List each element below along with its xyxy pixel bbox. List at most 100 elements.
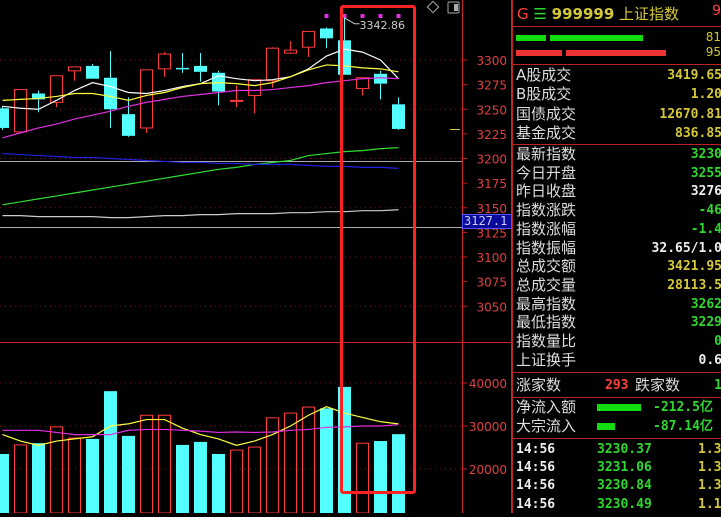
price-tick-label: 3100 [476, 251, 507, 265]
quote-panel: G ☰ 999999 上证指数 9 81 95 A股成交 3419.65 B股成交 1… [512, 0, 721, 513]
stat-value: 12670.81 [659, 106, 721, 122]
stat-row: 国债成交 12670.81 [513, 105, 721, 124]
index-code: 999999 [551, 5, 615, 23]
stat-value: 3419.65 [667, 68, 721, 83]
flow-row: 净流入额 -212.5亿 [513, 398, 721, 417]
g-mark[interactable]: G [517, 5, 529, 23]
quote-value: 28113.5 [667, 277, 721, 293]
up-label: 涨家数 [516, 376, 562, 394]
flow-label: 大宗流入 [516, 416, 577, 435]
volume-bar [248, 446, 261, 514]
price-tick-label: 3075 [476, 276, 507, 290]
quote-value: 3255 [690, 165, 721, 181]
quote-label: 总成交额 [516, 257, 577, 276]
tick-time: 14:56 [516, 478, 556, 494]
tick-time: 14:56 [516, 460, 556, 476]
price-tick-label: 3225 [476, 128, 507, 142]
quote-label: 今日开盘 [516, 163, 577, 182]
panel-toggle-icon-fill [454, 4, 458, 11]
quote-row: 昨日收盘 3276 [513, 182, 721, 201]
flow-row: 大宗流入 -87.14亿 [513, 417, 721, 436]
quote-row: 总成交额 3421.95 [513, 257, 721, 276]
quote-label: 昨日收盘 [516, 182, 577, 201]
breadth-row: 涨家数 293 跌家数 1 [513, 376, 721, 395]
quote-label: 上证换手 [516, 350, 577, 369]
flow-value: -212.5亿 [653, 400, 713, 415]
volume-bar [320, 408, 333, 513]
tick-volume: 1.37 [698, 442, 721, 457]
tick-row: 14:56 3230.37 1.37 [513, 440, 721, 459]
index-name: 上证指数 [619, 5, 680, 23]
quote-row: 最新指数 3230 [513, 145, 721, 164]
candle-body [284, 49, 297, 54]
price-tick-label: 3250 [476, 103, 507, 117]
header-cut-value: 9 [712, 3, 721, 19]
menu-icon[interactable]: ☰ [533, 5, 546, 23]
quote-row: 指数量比 0 [513, 332, 721, 351]
candle-body [230, 99, 243, 102]
price-tick-label: 3200 [476, 153, 507, 167]
panel-header: G ☰ 999999 上证指数 [517, 3, 679, 24]
candle-body [68, 66, 81, 72]
kline-chart[interactable]: 3300 3275 3250 3225 3200 3175 3150 3125 3100 3075… [0, 0, 512, 514]
volume-tick-label: 20000 [469, 463, 507, 477]
volume-tick-label: 40000 [469, 377, 507, 391]
quote-value: -1.4 [690, 221, 721, 237]
tick-price: 3230.49 [597, 496, 652, 512]
quote-value: -46 [698, 203, 721, 219]
quote-label: 最高指数 [516, 294, 577, 313]
volume-tick-label: 30000 [469, 420, 507, 434]
volume-bar [194, 441, 207, 513]
flow-label: 净流入额 [516, 398, 577, 416]
stat-value: 1.20 [690, 87, 721, 103]
tick-price: 3230.37 [597, 442, 652, 457]
volume-bar [122, 435, 135, 513]
quote-value: 3229 [690, 315, 721, 331]
tick-price: 3231.06 [597, 460, 652, 476]
quote-value: 3276 [690, 184, 721, 200]
red-bar-2 [566, 50, 666, 56]
stat-value: 836.85 [675, 125, 721, 141]
candle-body [140, 69, 153, 129]
volume-bar [302, 406, 315, 514]
volume-bar [14, 444, 27, 514]
tick-row: 14:56 3230.49 1.17 [513, 495, 721, 513]
quote-row: 今日开盘 3255 [513, 164, 721, 183]
volume-bar [104, 391, 117, 513]
tick-volume: 1.30 [698, 478, 721, 494]
volume-bar [32, 443, 45, 513]
quote-row: 指数振幅 32.65/1.0 [513, 239, 721, 258]
candle-body [104, 77, 117, 110]
stat-label: 基金成交 [516, 123, 577, 142]
candle-body [122, 114, 135, 136]
volume-bar [86, 438, 99, 513]
price-tick-label: 3175 [476, 177, 507, 191]
chart-canvas[interactable]: 3300327532503225320031753150312531003075… [0, 0, 512, 514]
bar-top-value: 81 [705, 30, 721, 44]
tick-row: 14:56 3231.06 1.33 [513, 458, 721, 477]
flow-bar [597, 422, 615, 430]
quote-row: 指数涨跌 -46 [513, 201, 721, 220]
stat-label: B股成交 [516, 85, 572, 104]
volume-bar [212, 453, 225, 513]
volume-bar [230, 449, 243, 514]
quote-label: 最新指数 [516, 145, 577, 163]
quote-row: 最高指数 3262 [513, 295, 721, 314]
quote-value: 32.65/1.0 [651, 240, 721, 256]
candle-body [194, 65, 207, 72]
quote-value: 0 [714, 332, 721, 351]
quote-value: 3421.95 [667, 259, 721, 275]
down-label: 跌家数 [635, 376, 681, 394]
candle-body [266, 47, 279, 82]
candle-body [158, 53, 171, 70]
quote-row: 上证换手 0.6 [513, 351, 721, 370]
flow-bar [597, 404, 641, 411]
candle-body [302, 30, 315, 48]
tick-volume: 1.33 [698, 460, 721, 476]
tick-price: 3230.84 [597, 478, 652, 494]
quote-row: 最低指数 3229 [513, 313, 721, 332]
price-tick-label: 3050 [476, 300, 507, 314]
candle-body [248, 79, 261, 96]
price-tick-label: 3300 [476, 54, 507, 68]
diamond-icon [426, 0, 440, 14]
